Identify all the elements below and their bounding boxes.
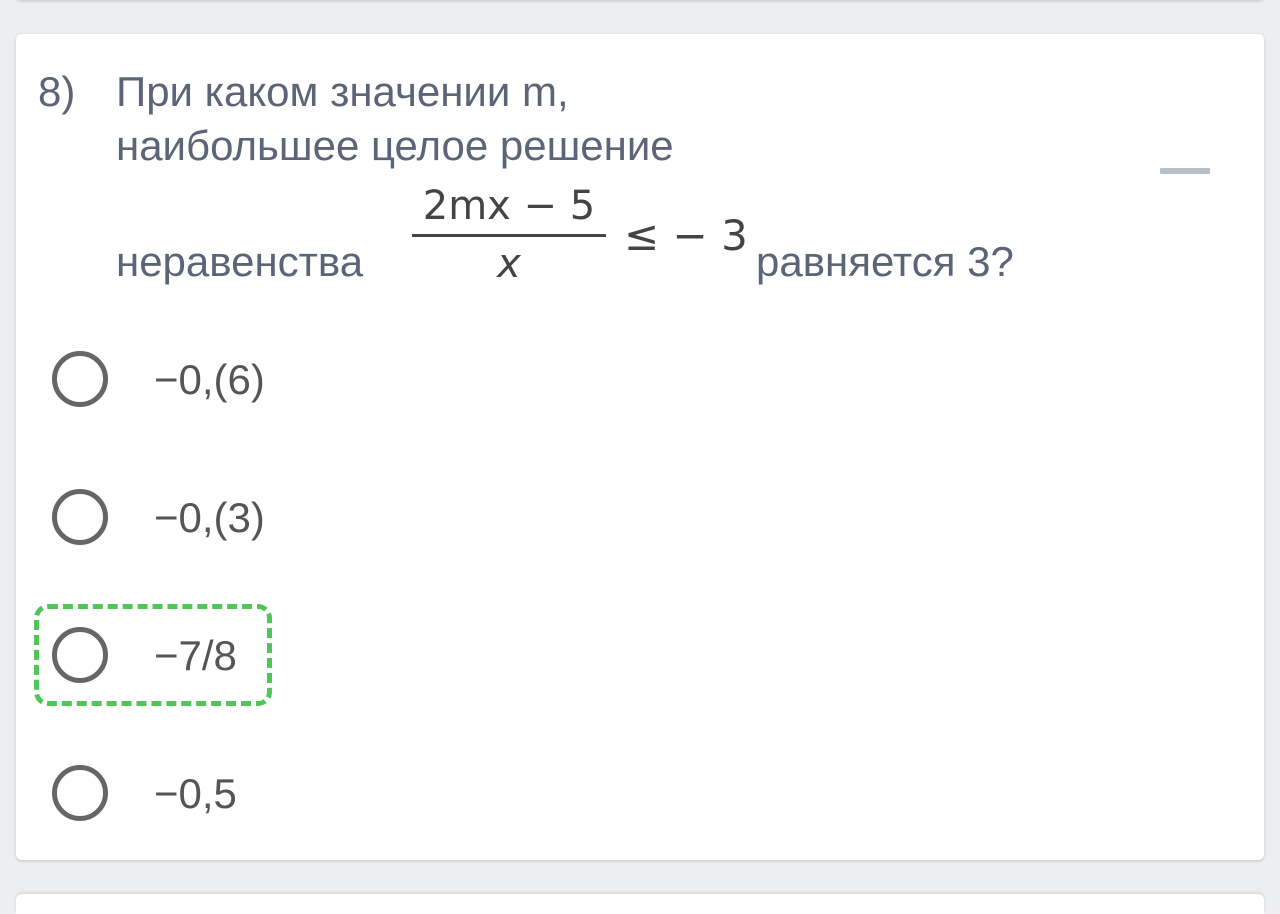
question-text-line2: наибольшее целое решение: [116, 122, 674, 169]
option-label: −0,(3): [154, 494, 265, 541]
radio-button[interactable]: [52, 627, 108, 683]
formula-relation: ≤ − 3: [624, 211, 748, 260]
next-card: [16, 894, 1264, 914]
minus-icon[interactable]: [1160, 168, 1210, 174]
radio-button[interactable]: [52, 489, 108, 545]
option-label: −0,(6): [154, 356, 265, 403]
answer-option-1[interactable]: −0,(6): [52, 351, 652, 417]
question-number: 8): [38, 68, 76, 115]
answer-option-4[interactable]: −0,5: [52, 765, 652, 831]
radio-button[interactable]: [52, 765, 108, 821]
answer-option-3[interactable]: −7/8: [52, 627, 652, 693]
fraction-bar: [412, 234, 606, 237]
formula-denominator: x: [497, 241, 521, 287]
formula-fraction: 2mx − 5 x: [410, 176, 608, 294]
question-text-line3: неравенства: [116, 238, 364, 285]
question-text-line1: При каком значении m,: [116, 68, 569, 115]
radio-button[interactable]: [52, 351, 108, 407]
formula-numerator: 2mx − 5: [422, 183, 596, 229]
answer-option-2[interactable]: −0,(3): [52, 489, 652, 555]
option-label: −0,5: [154, 770, 237, 817]
option-label: −7/8: [154, 632, 237, 679]
question-text-line4: равняется 3?: [756, 238, 1014, 285]
